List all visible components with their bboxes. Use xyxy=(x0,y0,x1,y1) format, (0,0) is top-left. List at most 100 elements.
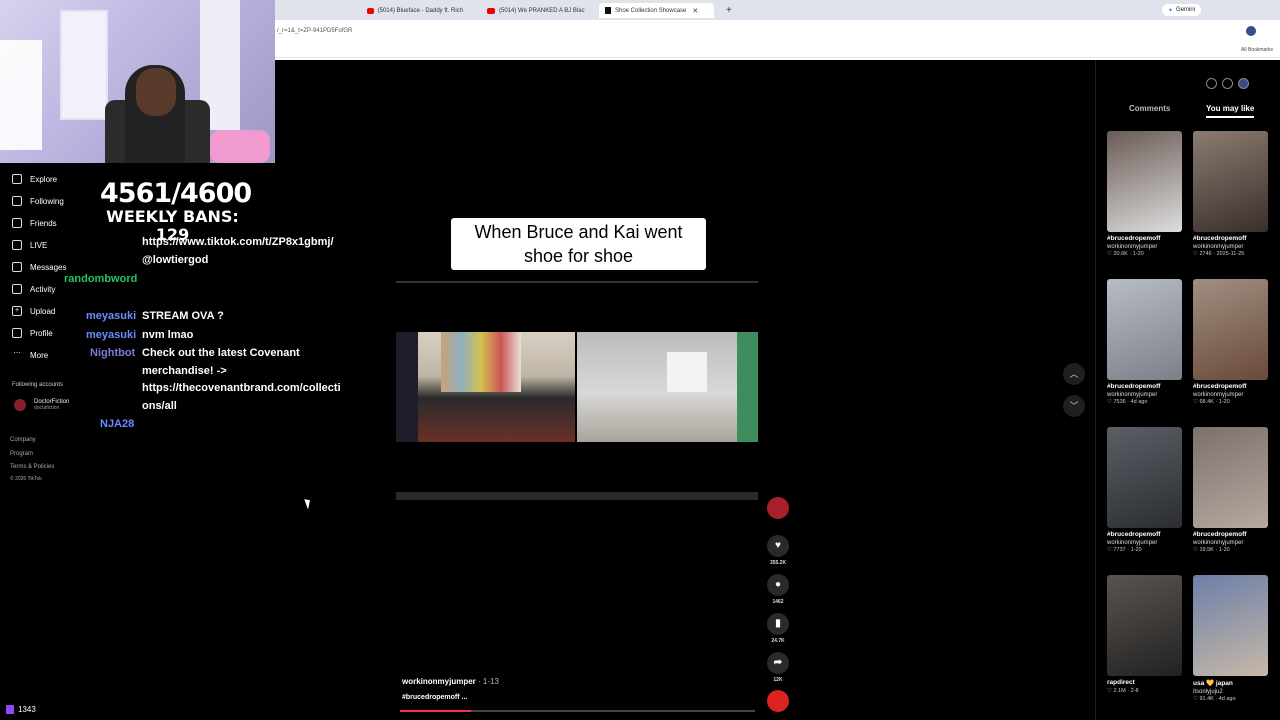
card-username[interactable]: workinonmyjumper xyxy=(1193,392,1268,398)
card-stats: ♡ 7737 · 1-20 xyxy=(1107,547,1142,553)
new-tab-button[interactable]: + xyxy=(720,3,734,18)
tab-label: Shoe Collection Showcase xyxy=(615,7,687,14)
browser-tab-1[interactable]: (5014) Blueface - Daddy ft. Rich xyxy=(361,3,469,18)
nav-friends[interactable]: Friends xyxy=(12,218,57,228)
share-button[interactable]: ➦ 12K xyxy=(767,652,789,683)
close-icon[interactable]: ✕ xyxy=(692,7,698,15)
following-account[interactable]: DoctorFiction doctafiction xyxy=(14,399,69,411)
counter-value: 4561/4600 xyxy=(100,178,252,209)
card-username[interactable]: workinonmyjumper xyxy=(1107,244,1182,250)
recommended-video-card[interactable]: #brucedropemoff workinonmyjumper ♡ 7536 · … xyxy=(1107,279,1182,405)
avatar[interactable] xyxy=(1246,26,1256,36)
chat-user[interactable]: randombword xyxy=(64,273,137,285)
chevron-down-icon: ﹀ xyxy=(1069,401,1079,411)
video-frame-left[interactable] xyxy=(396,332,575,442)
share-icon: ➦ xyxy=(767,652,789,674)
footer-company[interactable]: Company xyxy=(10,437,36,443)
sparkle-icon: ✦ xyxy=(1168,7,1174,14)
chat-text: https://thecovenantbrand.com/collecti xyxy=(142,382,341,394)
footer-program[interactable]: Program xyxy=(10,451,33,457)
chat-user[interactable]: meyasuki xyxy=(86,329,136,341)
bookmarks-bar: All Bookmarks xyxy=(275,42,1280,58)
video-thumbnail[interactable] xyxy=(1193,427,1268,528)
card-username[interactable]: workinonmyjumper xyxy=(1193,540,1268,546)
nav-upload[interactable]: + Upload xyxy=(12,306,55,316)
nav-following[interactable]: Following xyxy=(12,196,64,206)
creator-avatar[interactable] xyxy=(767,497,789,522)
video-thumbnail[interactable] xyxy=(1107,427,1182,528)
video-progress[interactable] xyxy=(400,710,755,712)
chat-user[interactable]: NJA28 xyxy=(100,418,134,430)
nav-profile[interactable]: Profile xyxy=(12,328,53,338)
address-bar[interactable]: /_r=1&_t=ZP-941PD5FofGR xyxy=(275,20,1280,42)
video-scrubber[interactable] xyxy=(396,281,758,283)
tab-comments[interactable]: Comments xyxy=(1129,104,1170,113)
tab-label: (5014) Blueface - Daddy ft. Rich xyxy=(377,7,463,14)
embedded-screenshot xyxy=(396,492,758,500)
card-username[interactable]: workinonmyjumper xyxy=(1193,244,1268,250)
browser-tab-2[interactable]: (5014) We PRANKED A BJ Blac xyxy=(481,3,591,18)
card-hashtag: #brucedropemoff xyxy=(1107,235,1161,242)
recommended-video-card[interactable]: #brucedropemoff workinonmyjumper ♡ 20.6K ·… xyxy=(1107,131,1182,257)
more-icon: ⋯ xyxy=(13,350,21,357)
video-frame-right[interactable] xyxy=(577,332,758,442)
footer-terms[interactable]: Terms & Policies xyxy=(10,464,54,470)
webcam-overlay xyxy=(0,0,275,163)
avatar xyxy=(767,497,789,519)
card-username[interactable]: itsonlyjuju2 xyxy=(1193,689,1268,695)
recommended-video-card[interactable]: rapdirect ♡ 2.1M · 2-8 xyxy=(1107,575,1182,694)
video-thumbnail[interactable] xyxy=(1193,279,1268,380)
video-thumbnail[interactable] xyxy=(1193,575,1268,676)
mouse-cursor xyxy=(304,497,313,510)
panel-tabs: Comments You may like xyxy=(1096,102,1280,120)
card-hashtag: #brucedropemoff xyxy=(1193,531,1247,538)
chat-user[interactable]: Nightbot xyxy=(90,347,135,359)
nav-live[interactable]: LIVE xyxy=(12,240,47,250)
sound-disc[interactable] xyxy=(767,690,789,715)
nav-explore[interactable]: Explore xyxy=(12,174,57,184)
youtube-icon xyxy=(367,7,374,14)
recommended-video-card[interactable]: #brucedropemoff workinonmyjumper ♡ 2746 · … xyxy=(1193,131,1268,257)
video-hashtag[interactable]: #brucedropemoff ... xyxy=(402,694,467,701)
card-stats: ♡ 20.6K · 1-20 xyxy=(1107,251,1144,257)
card-stats: ♡ 7536 · 4d ago xyxy=(1107,399,1148,405)
youtube-icon xyxy=(487,7,495,14)
card-username[interactable]: workinonmyjumper xyxy=(1107,540,1182,546)
nav-activity[interactable]: Activity xyxy=(12,284,55,294)
recommended-video-card[interactable]: usa 💛 japan itsonlyjuju2 ♡ 91.4K · 4d ago xyxy=(1193,575,1268,702)
friends-icon xyxy=(12,218,22,228)
chat-text: merchandise! -> xyxy=(142,365,227,377)
video-uploader[interactable]: workinonmyjumper · 1-13 xyxy=(402,677,499,686)
tab-you-may-like[interactable]: You may like xyxy=(1206,104,1255,118)
comment-button[interactable]: ● 1462 xyxy=(767,574,789,605)
chat-text: nvm lmao xyxy=(142,329,194,341)
compass-icon xyxy=(12,174,22,184)
nav-more[interactable]: ⋯ More xyxy=(12,350,49,360)
chevron-up-icon: ︿ xyxy=(1069,369,1079,379)
card-hashtag: #brucedropemoff xyxy=(1193,235,1247,242)
video-thumbnail[interactable] xyxy=(1107,575,1182,676)
plus-icon: + xyxy=(12,306,22,316)
tab-bar: (5014) Blueface - Daddy ft. Rich (5014) … xyxy=(275,0,1280,20)
video-progress-fill xyxy=(400,710,471,712)
live-icon xyxy=(12,240,22,250)
like-button[interactable]: ♥ 355.2K xyxy=(767,535,789,566)
gemini-button[interactable]: ✦ Gemini xyxy=(1162,4,1202,16)
all-bookmarks[interactable]: All Bookmarks xyxy=(1241,47,1273,53)
previous-video-button[interactable]: ︿ xyxy=(1063,363,1085,385)
recommended-video-card[interactable]: #brucedropemoff workinonmyjumper ♡ 7737 · … xyxy=(1107,427,1182,553)
recommended-video-card[interactable]: #brucedropemoff workinonmyjumper ♡ 68.4K ·… xyxy=(1193,279,1268,405)
video-thumbnail[interactable] xyxy=(1107,279,1182,380)
chat-user[interactable]: meyasuki xyxy=(86,310,136,322)
tab-label: (5014) We PRANKED A BJ Blac xyxy=(499,7,585,14)
recommended-video-card[interactable]: #brucedropemoff workinonmyjumper ♡ 19.5K ·… xyxy=(1193,427,1268,553)
nav-messages[interactable]: Messages xyxy=(12,262,66,272)
card-stats: ♡ 19.5K · 1-20 xyxy=(1193,547,1230,553)
save-button[interactable]: ▮ 24.7K xyxy=(767,613,789,644)
browser-tab-3[interactable]: Shoe Collection Showcase ✕ xyxy=(599,3,714,18)
video-thumbnail[interactable] xyxy=(1107,131,1182,232)
next-video-button[interactable]: ﹀ xyxy=(1063,395,1085,417)
card-username[interactable]: workinonmyjumper xyxy=(1107,392,1182,398)
chat-text: https://www.tiktok.com/t/ZP8x1gbmj/ xyxy=(142,236,334,248)
video-thumbnail[interactable] xyxy=(1193,131,1268,232)
